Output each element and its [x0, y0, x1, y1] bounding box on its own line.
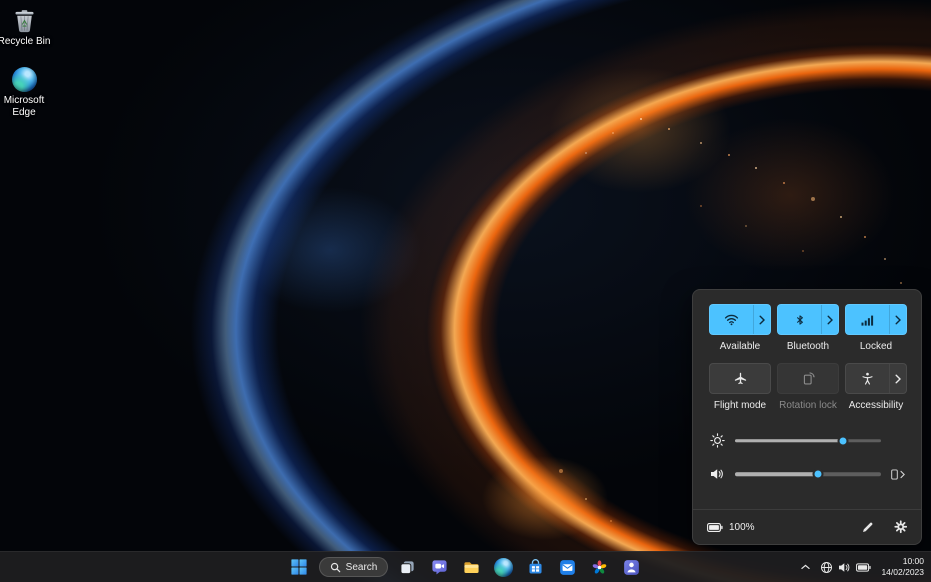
file-explorer-button[interactable]: [459, 555, 484, 580]
wifi-toggle[interactable]: [709, 304, 771, 335]
volume-tray-icon: [839, 562, 850, 572]
task-view-button[interactable]: [395, 555, 420, 580]
accessibility-chevron-icon[interactable]: [889, 364, 906, 393]
quick-settings-grid: Available Bluetooth Locked Flight mode R…: [709, 304, 907, 411]
system-tray-cluster[interactable]: [817, 559, 874, 576]
search-box[interactable]: Search: [318, 557, 389, 577]
audio-device-icon: [891, 468, 898, 480]
bluetooth-label: Bluetooth: [786, 341, 830, 352]
brightness-row: [709, 433, 905, 448]
chat-icon: [432, 559, 447, 574]
bluetooth-icon: [778, 305, 821, 334]
mail-button[interactable]: [555, 555, 580, 580]
desktop: Recycle Bin Microsoft Edge Available Blu…: [0, 0, 931, 582]
cellular-toggle[interactable]: [845, 304, 907, 335]
wifi-chevron-icon[interactable]: [753, 305, 770, 334]
recycle-bin-icon: [11, 7, 37, 33]
recycle-bin-label: Recycle Bin: [0, 36, 51, 47]
edge-icon: [11, 66, 37, 92]
rotation-lock-toggle[interactable]: [777, 363, 839, 394]
taskbar: Search 10:00 14/02/2023: [0, 551, 931, 582]
gear-icon: [893, 520, 907, 534]
cellular-chevron-icon[interactable]: [889, 305, 906, 334]
brightness-slider-thumb[interactable]: [837, 435, 849, 446]
speaker-icon: [709, 468, 725, 480]
brightness-slider[interactable]: [735, 434, 881, 448]
accessibility-toggle[interactable]: [845, 363, 907, 394]
wallpaper-particles: [0, 0, 2, 2]
quick-settings-footer: 100%: [693, 509, 921, 544]
audio-output-selector[interactable]: [881, 468, 905, 480]
airplane-icon: [710, 364, 770, 393]
file-explorer-icon: [464, 561, 479, 573]
windows-start-icon: [291, 559, 307, 575]
cellular-signal-icon: [846, 305, 889, 334]
teams-button[interactable]: [619, 555, 644, 580]
settings-button[interactable]: [893, 520, 908, 534]
recycle-bin-shortcut[interactable]: Recycle Bin: [0, 7, 52, 48]
wifi-label: Available: [719, 341, 761, 352]
photos-icon: [592, 559, 608, 575]
mail-icon: [560, 559, 576, 575]
edge-shortcut[interactable]: Microsoft Edge: [0, 66, 52, 118]
accessibility-icon: [846, 364, 889, 393]
clock-date: 14/02/2023: [881, 567, 924, 577]
chevron-right-icon: [900, 470, 905, 478]
volume-slider-thumb[interactable]: [812, 468, 824, 480]
start-button[interactable]: [287, 555, 312, 580]
flight-mode-label: Flight mode: [713, 400, 767, 411]
clock[interactable]: 10:00 14/02/2023: [881, 556, 927, 578]
edge-icon: [494, 557, 514, 577]
volume-slider[interactable]: [735, 467, 881, 481]
quick-settings-panel: Available Bluetooth Locked Flight mode R…: [692, 289, 922, 545]
search-label: Search: [345, 561, 378, 573]
bluetooth-toggle[interactable]: [777, 304, 839, 335]
wifi-icon: [710, 305, 753, 334]
search-icon: [330, 562, 340, 572]
chevron-up-icon: [801, 564, 811, 570]
battery-percent-label: 100%: [729, 521, 755, 533]
photos-button[interactable]: [587, 555, 612, 580]
battery-icon: [707, 522, 723, 532]
rotation-lock-label: Rotation lock: [779, 400, 837, 411]
pencil-icon: [862, 522, 872, 532]
bluetooth-chevron-icon[interactable]: [821, 305, 838, 334]
cellular-label: Locked: [859, 341, 893, 352]
brightness-icon: [709, 433, 725, 448]
edge-shortcut-label: Microsoft Edge: [3, 95, 45, 118]
network-globe-icon: [821, 561, 833, 573]
microsoft-teams-icon: [624, 559, 640, 575]
edge-button[interactable]: [491, 555, 516, 580]
flight-mode-toggle[interactable]: [709, 363, 771, 394]
edit-quick-settings-button[interactable]: [861, 521, 874, 534]
rotation-lock-icon: [778, 364, 838, 393]
store-button[interactable]: [523, 555, 548, 580]
clock-time: 10:00: [902, 555, 924, 566]
task-view-icon: [400, 560, 414, 574]
tray-expand-button[interactable]: [801, 564, 811, 570]
volume-row: [709, 467, 905, 481]
battery-tray-icon: [856, 562, 872, 572]
accessibility-label: Accessibility: [848, 400, 904, 411]
microsoft-store-icon: [529, 558, 542, 573]
battery-status[interactable]: 100%: [707, 522, 755, 533]
chat-button[interactable]: [427, 555, 452, 580]
